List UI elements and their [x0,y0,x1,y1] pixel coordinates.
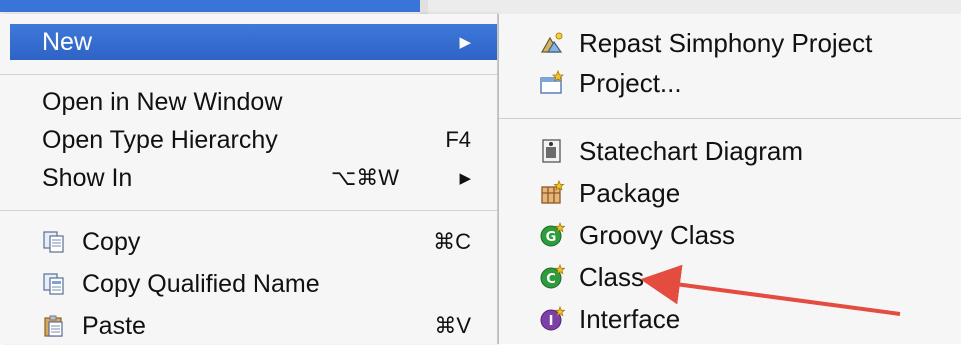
submenu-item-label: Interface [579,303,681,334]
submenu-item-package[interactable]: Package [499,174,961,212]
context-menu: New ▶ Open in New Window Open Type Hiera… [0,14,498,344]
menu-item-new[interactable]: New ▶ [10,24,497,60]
menu-separator [0,210,497,211]
new-project-icon [539,69,565,96]
menu-item-open-in-new-window[interactable]: Open in New Window [0,84,497,120]
menu-item-label: Show In [42,163,133,192]
svg-text:I: I [549,314,554,329]
menu-item-open-type-hierarchy[interactable]: Open Type Hierarchy F4 [0,122,497,158]
submenu-item-label: Class [579,261,645,292]
submenu-item-statechart-diagram[interactable]: Statechart Diagram [499,132,961,170]
menu-item-shortcut: ⌘V [434,313,471,338]
package-icon [539,179,565,206]
submenu-item-label: Package [579,177,681,208]
menu-item-label: Copy Qualified Name [82,269,320,298]
menu-item-label: Open Type Hierarchy [42,125,278,154]
submenu-item-class[interactable]: C Class [499,258,961,296]
submenu-item-label: Repast Simphony Project [579,27,873,58]
menu-item-copy[interactable]: Copy ⌘C [0,224,497,260]
submenu-arrow-icon: ▶ [459,170,471,187]
menu-item-label: New [42,27,93,56]
submenu-item-repast-simphony-project[interactable]: Repast Simphony Project [499,24,961,62]
menu-item-copy-qualified-name[interactable]: Copy Qualified Name [0,266,497,302]
background-selection-strip [0,0,420,12]
submenu-item-groovy-class[interactable]: G Groovy Class [499,216,961,254]
statechart-icon [539,138,565,164]
menu-item-label: Copy [82,227,141,256]
menu-item-shortcut: ⌘C [433,229,471,254]
menu-item-paste[interactable]: Paste ⌘V [0,308,497,344]
menu-item-shortcut: F4 [445,127,471,152]
svg-text:G: G [546,230,557,245]
class-icon: C [539,263,566,290]
paste-icon [42,314,66,338]
submenu-item-label: Groovy Class [579,219,736,250]
svg-text:C: C [546,272,556,287]
menu-separator [0,74,497,75]
submenu-item-project[interactable]: Project... [499,64,961,102]
repast-project-icon [539,30,565,56]
menu-item-show-in[interactable]: Show In ⌥⌘W ▶ [0,160,497,196]
interface-icon: I [539,305,566,332]
submenu-item-label: Project... [579,67,682,98]
submenu-item-label: Statechart Diagram [579,135,803,166]
submenu-arrow-icon: ▶ [459,34,471,51]
menu-item-label: Open in New Window [42,87,283,116]
submenu-item-interface[interactable]: I Interface [499,300,961,338]
copy-icon [42,230,66,254]
copy-qualified-name-icon [42,272,66,296]
menu-item-shortcut: ⌥⌘W [330,165,399,190]
submenu-separator [499,118,961,119]
groovy-class-icon: G [539,221,566,248]
new-submenu: Repast Simphony Project Project... State… [498,14,961,344]
menu-item-label: Paste [82,311,146,340]
